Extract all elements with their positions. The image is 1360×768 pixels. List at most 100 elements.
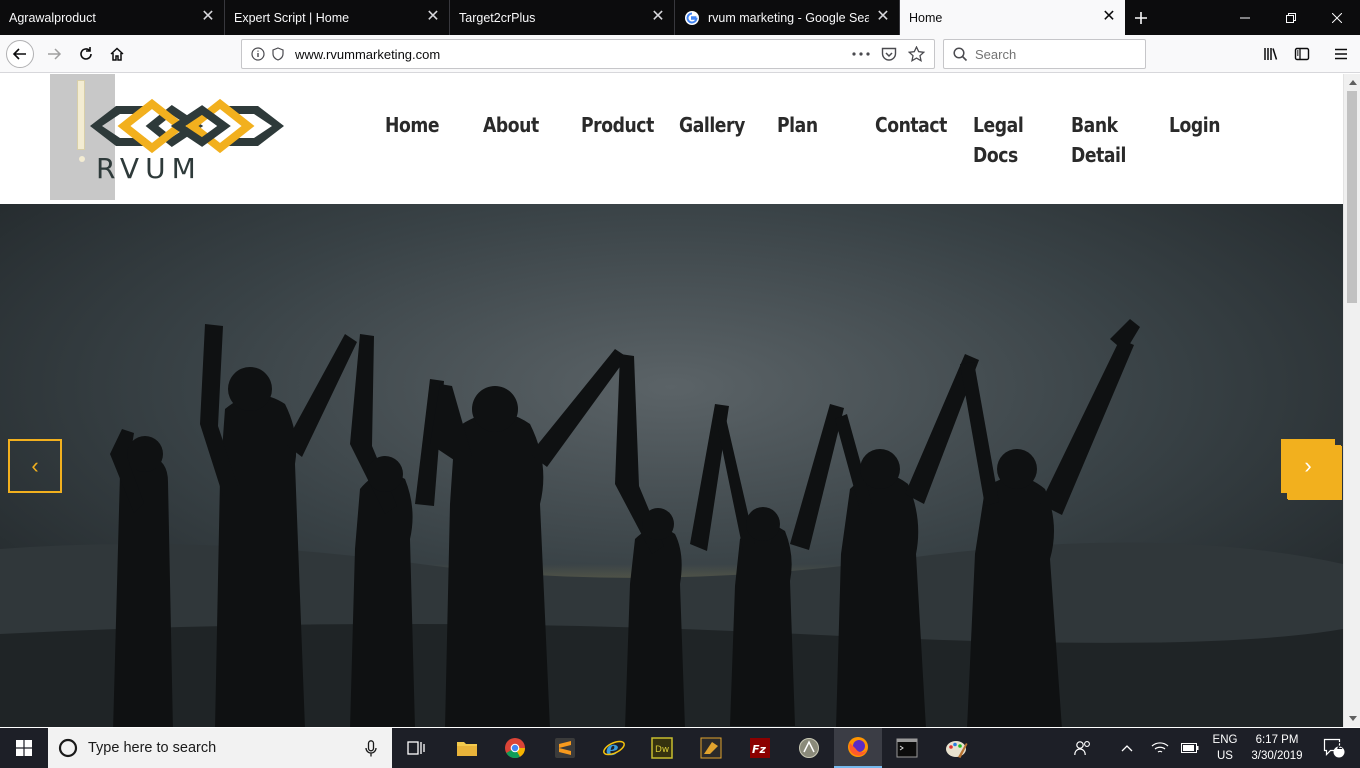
scroll-up-arrow-icon[interactable]: [1344, 74, 1360, 91]
taskbar-search-box[interactable]: Type here to search: [48, 728, 392, 768]
windows-logo-icon: [16, 740, 32, 756]
taskbar-paint-app[interactable]: [687, 728, 735, 768]
people-button[interactable]: [1063, 728, 1103, 768]
logo-bar: [77, 80, 85, 150]
clock[interactable]: 6:17 PM 3/30/2019: [1244, 732, 1310, 764]
close-tab-icon[interactable]: ✕: [875, 9, 891, 25]
plus-icon: [1135, 11, 1147, 24]
close-icon: [1332, 12, 1342, 23]
menu-item-home[interactable]: Home: [385, 110, 440, 140]
back-arrow-icon: [6, 40, 34, 68]
menu-item-bank-detail[interactable]: Bank Detail: [1071, 110, 1131, 170]
taskbar-firefox[interactable]: [834, 728, 882, 768]
region-code: US: [1217, 750, 1233, 762]
menu-item-plan[interactable]: Plan: [777, 110, 818, 140]
menu-button[interactable]: [1325, 38, 1357, 70]
taskbar-paint[interactable]: [932, 728, 980, 768]
browser-tab[interactable]: rvum marketing - Google Sear ✕: [675, 0, 900, 35]
restore-button[interactable]: [1268, 0, 1314, 35]
globe-app-icon: [799, 738, 819, 758]
home-button[interactable]: [101, 38, 133, 70]
clock-date: 3/30/2019: [1251, 750, 1303, 762]
people-icon: [1074, 741, 1090, 756]
info-icon[interactable]: [251, 47, 265, 61]
taskbar-file-explorer[interactable]: [443, 728, 491, 768]
tracking-shield-icon[interactable]: [271, 47, 285, 61]
taskbar-sublime-text[interactable]: [541, 728, 589, 768]
taskbar-command-prompt[interactable]: [883, 728, 931, 768]
bookmark-star-icon[interactable]: [908, 46, 925, 62]
pocket-icon[interactable]: [881, 47, 897, 62]
close-tab-icon[interactable]: ✕: [425, 9, 441, 25]
folder-icon: [457, 742, 477, 756]
new-tab-button[interactable]: [1125, 0, 1157, 35]
browser-tab[interactable]: Expert Script | Home ✕: [225, 0, 450, 35]
window-controls: [1222, 0, 1360, 35]
minimize-button[interactable]: [1222, 0, 1268, 35]
web-page: RVUM Home About Product Gallery Plan Con…: [0, 74, 1343, 727]
forward-arrow-icon: [48, 48, 62, 60]
restore-icon: [1286, 12, 1296, 23]
address-bar[interactable]: www.rvummarketing.com: [241, 39, 935, 69]
close-tab-icon[interactable]: ✕: [650, 9, 666, 25]
task-view-button[interactable]: [393, 728, 441, 768]
menu-item-login[interactable]: Login: [1169, 110, 1221, 140]
close-tab-icon[interactable]: ✕: [200, 9, 216, 25]
palette-icon: [946, 741, 968, 758]
start-button[interactable]: [0, 728, 48, 768]
chrome-icon: [505, 738, 526, 759]
menu-item-about[interactable]: About: [483, 110, 539, 140]
scroll-thumb[interactable]: [1347, 91, 1357, 303]
logo-text: RVUM: [96, 152, 202, 185]
browser-search-bar[interactable]: Search: [943, 39, 1146, 69]
home-icon: [110, 47, 124, 61]
site-header: RVUM Home About Product Gallery Plan Con…: [0, 74, 1343, 204]
taskbar-chrome[interactable]: [491, 728, 539, 768]
reload-button[interactable]: [70, 38, 102, 70]
chevron-left-icon: ‹: [31, 453, 39, 478]
library-button[interactable]: [1255, 38, 1287, 70]
scroll-down-arrow-icon[interactable]: [1344, 710, 1360, 727]
battery-button[interactable]: [1170, 728, 1210, 768]
menu-item-product[interactable]: Product: [581, 110, 654, 140]
tab-title: Target2crPlus: [459, 10, 536, 25]
google-icon: [685, 10, 699, 25]
tab-title: rvum marketing - Google Sear: [708, 10, 869, 25]
hero-image: [0, 204, 1343, 727]
menu-item-legal-docs[interactable]: Legal Docs: [973, 110, 1024, 170]
close-window-button[interactable]: [1314, 0, 1360, 35]
reload-icon: [80, 47, 92, 60]
input-language-indicator[interactable]: ENG US: [1205, 732, 1245, 764]
search-placeholder: Search: [975, 47, 1017, 62]
notification-count: 2: [1337, 741, 1343, 752]
slider-next-button[interactable]: ›: [1281, 439, 1335, 493]
page-actions-icon[interactable]: [852, 52, 870, 56]
taskbar-app-globe[interactable]: [785, 728, 833, 768]
taskbar-filezilla[interactable]: Fz: [736, 728, 784, 768]
paint-tool-icon: [700, 737, 722, 759]
svg-text:Fz: Fz: [752, 743, 767, 756]
chevron-right-icon: ›: [1304, 453, 1312, 478]
battery-icon: [1181, 743, 1199, 753]
back-button[interactable]: [4, 38, 36, 70]
action-center-button[interactable]: 2: [1312, 728, 1356, 768]
sidebar-button[interactable]: [1286, 38, 1318, 70]
taskbar-dreamweaver[interactable]: Dw: [638, 728, 686, 768]
slider-prev-button[interactable]: ‹: [8, 439, 62, 493]
svg-text:e: e: [606, 737, 619, 759]
url-text: www.rvummarketing.com: [295, 47, 441, 62]
page-scrollbar[interactable]: [1343, 74, 1360, 727]
chevron-up-icon: [1121, 745, 1133, 752]
close-tab-icon[interactable]: ✕: [1101, 9, 1117, 25]
menu-item-gallery[interactable]: Gallery: [679, 110, 745, 140]
internet-explorer-icon: e: [603, 737, 625, 759]
browser-tab-active[interactable]: Home ✕: [900, 0, 1125, 35]
taskbar-internet-explorer[interactable]: e: [590, 728, 638, 768]
browser-tab[interactable]: Target2crPlus ✕: [450, 0, 675, 35]
browser-tab[interactable]: Agrawalproduct ✕: [0, 0, 225, 35]
firefox-icon: [848, 737, 868, 757]
tab-title: Agrawalproduct: [9, 10, 96, 25]
menu-item-contact[interactable]: Contact: [875, 110, 947, 140]
microphone-icon[interactable]: [365, 740, 377, 757]
forward-button[interactable]: [38, 38, 70, 70]
